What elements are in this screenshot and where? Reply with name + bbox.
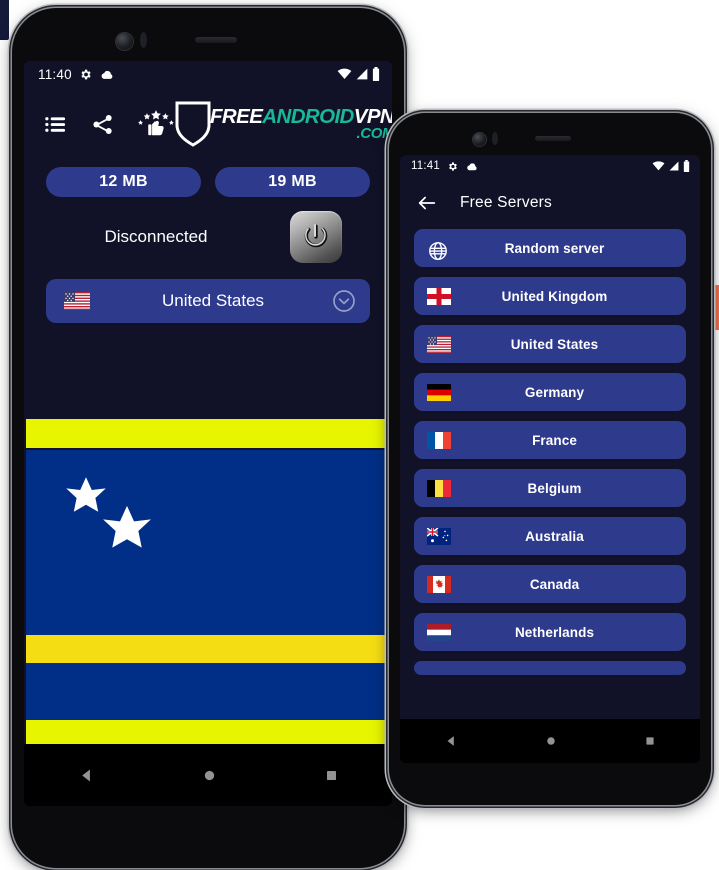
phone-device-secondary: 11:41 Free Servers Random server United … [389, 113, 711, 805]
phone2-screen: 11:41 Free Servers Random server United … [400, 155, 700, 763]
list-menu-icon[interactable] [44, 113, 67, 136]
status-time: 11:40 [38, 66, 72, 82]
proximity-sensor-icon [140, 32, 147, 48]
rate-us-icon[interactable] [138, 110, 174, 138]
germany-flag-icon [427, 383, 451, 401]
battery-icon [683, 160, 690, 172]
banner-field-blue-upper [26, 450, 390, 635]
phone-device-primary: 11:40 FREEANDROIDVPN .COM 12 MB 19 MB Di… [12, 8, 404, 868]
upload-usage-pill[interactable]: 19 MB [215, 167, 370, 197]
server-row-netherlands[interactable]: Netherlands [414, 613, 686, 651]
screenshot-stage: 11:40 FREEANDROIDVPN .COM 12 MB 19 MB Di… [0, 0, 719, 870]
wifi-icon [337, 68, 352, 80]
back-nav-icon[interactable] [78, 767, 95, 784]
phone2-nav-bar [400, 719, 700, 763]
settings-gear-icon [79, 68, 92, 81]
us-flag-icon [427, 335, 451, 353]
england-flag-icon [427, 287, 451, 305]
server-list: Random server United Kingdom United Stat… [400, 229, 700, 675]
curacao-flag-banner [26, 419, 390, 748]
back-arrow-icon[interactable] [416, 192, 438, 214]
front-camera-icon [116, 33, 133, 50]
download-usage-pill[interactable]: 12 MB [46, 167, 201, 197]
shield-icon [174, 100, 212, 148]
canada-flag-icon [427, 575, 451, 593]
connection-status-row: Disconnected [24, 211, 392, 263]
server-name: Netherlands [514, 624, 595, 640]
server-name: United States [510, 336, 599, 352]
server-name: Germany [524, 384, 585, 400]
netherlands-flag-icon [427, 623, 451, 641]
belgium-flag-icon [427, 479, 451, 497]
server-row-germany[interactable]: Germany [414, 373, 686, 411]
server-name: Random server [504, 240, 605, 256]
phone2-status-bar: 11:41 [400, 155, 700, 177]
connection-status-text: Disconnected [104, 227, 208, 246]
server-name: Australia [525, 528, 584, 544]
australia-flag-icon [426, 526, 451, 545]
page-title: Free Servers [460, 194, 552, 211]
left-edge-fragment [0, 0, 9, 40]
server-row-canada[interactable]: Canada [414, 565, 686, 603]
server-row-united-states[interactable]: United States [414, 325, 686, 363]
cloud-icon [99, 69, 114, 80]
back-nav-icon[interactable] [444, 734, 458, 748]
banner-field-blue-lower [26, 663, 390, 720]
signal-icon [355, 68, 369, 80]
server-name: Canada [529, 576, 580, 592]
earpiece-speaker [535, 136, 571, 141]
signal-icon [668, 161, 680, 171]
server-row-partial-next[interactable] [414, 661, 686, 675]
power-toggle-icon [299, 220, 333, 254]
phone2-app-bar: Free Servers [400, 177, 700, 229]
globe-icon [427, 240, 451, 260]
phone1-nav-bar [24, 744, 392, 806]
share-icon[interactable] [91, 113, 114, 136]
logo-part-com: .COM [356, 125, 392, 143]
server-row-france[interactable]: France [414, 421, 686, 459]
earpiece-speaker [195, 37, 237, 43]
chevron-down-icon[interactable] [332, 289, 356, 313]
logo-part-android: ANDROID [262, 104, 354, 128]
proximity-sensor-icon [492, 132, 498, 145]
power-toggle-button[interactable] [290, 211, 342, 263]
phone1-screen: 11:40 FREEANDROIDVPN .COM 12 MB 19 MB Di… [24, 61, 392, 806]
country-selector-wrap: United States [24, 279, 392, 323]
server-row-united-kingdom[interactable]: United Kingdom [414, 277, 686, 315]
server-name: France [532, 432, 577, 448]
battery-icon [372, 67, 380, 81]
us-flag-icon [64, 292, 90, 310]
home-nav-icon[interactable] [202, 768, 217, 783]
server-row-australia[interactable]: Australia [414, 517, 686, 555]
country-selector-label: United States [161, 291, 265, 310]
home-nav-icon[interactable] [545, 735, 557, 747]
country-selector[interactable]: United States [46, 279, 370, 323]
server-name: United Kingdom [501, 288, 608, 304]
data-usage-pills: 12 MB 19 MB [24, 167, 392, 197]
front-camera-icon [473, 133, 486, 146]
banner-stripe-yellow-mid [26, 635, 390, 663]
wifi-icon [652, 161, 665, 171]
banner-star-small [103, 505, 151, 548]
recents-nav-icon[interactable] [324, 768, 339, 783]
cloud-icon [465, 162, 478, 171]
logo-part-free: FREE [210, 104, 263, 128]
phone1-toolbar: FREEANDROIDVPN .COM [24, 87, 392, 161]
server-name: Belgium [527, 480, 582, 496]
server-row-belgium[interactable]: Belgium [414, 469, 686, 507]
banner-stripe-yellow-top [26, 419, 390, 448]
france-flag-icon [427, 431, 451, 449]
status-time: 11:41 [411, 160, 440, 172]
settings-gear-icon [447, 161, 458, 172]
recents-nav-icon[interactable] [644, 735, 656, 747]
server-row-random[interactable]: Random server [414, 229, 686, 267]
phone1-status-bar: 11:40 [24, 61, 392, 87]
brand-logo: FREEANDROIDVPN .COM [174, 100, 392, 148]
